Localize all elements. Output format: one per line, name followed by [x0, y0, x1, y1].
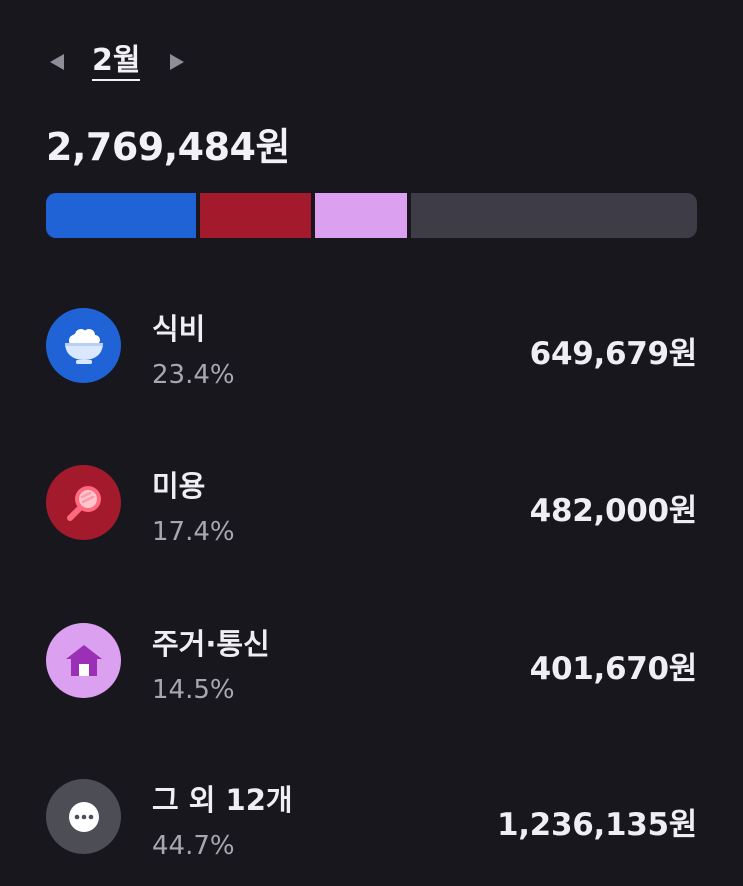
triangle-left-icon[interactable] [46, 51, 68, 73]
spending-screen: 2월 2,769,484원 식비 23.4% 649,679원 미용 17.4%… [0, 0, 743, 886]
category-name: 그 외 12개 [152, 783, 293, 817]
category-row-housing[interactable]: 주거·통신 14.5% 401,670원 [46, 607, 697, 717]
triangle-right-icon[interactable] [166, 51, 188, 73]
ratio-segment-beauty [199, 193, 311, 238]
category-amount: 1,236,135원 [496, 807, 697, 843]
ratio-segment-food [46, 193, 196, 238]
month-navigator: 2월 [46, 38, 188, 86]
category-name: 주거·통신 [152, 627, 270, 661]
category-percent: 44.7% [152, 831, 235, 861]
category-name: 식비 [152, 312, 206, 346]
category-percent: 14.5% [152, 675, 235, 705]
ratio-segment-housing [314, 193, 408, 238]
category-percent: 17.4% [152, 517, 235, 547]
spending-ratio-bar [46, 193, 697, 238]
month-label[interactable]: 2월 [92, 44, 141, 81]
category-row-beauty[interactable]: 미용 17.4% 482,000원 [46, 449, 697, 559]
category-name: 미용 [152, 469, 206, 503]
category-amount: 482,000원 [529, 493, 698, 529]
house-icon [46, 623, 121, 698]
total-amount: 2,769,484원 [46, 125, 290, 169]
category-amount: 649,679원 [529, 336, 698, 372]
ratio-segment-others [411, 193, 697, 238]
rice-bowl-icon [46, 308, 121, 383]
category-row-food[interactable]: 식비 23.4% 649,679원 [46, 292, 697, 402]
category-percent: 23.4% [152, 360, 235, 390]
hand-mirror-icon [46, 465, 121, 540]
category-amount: 401,670원 [529, 651, 698, 687]
category-row-others[interactable]: 그 외 12개 44.7% 1,236,135원 [46, 763, 697, 873]
more-dots-icon [46, 779, 121, 854]
